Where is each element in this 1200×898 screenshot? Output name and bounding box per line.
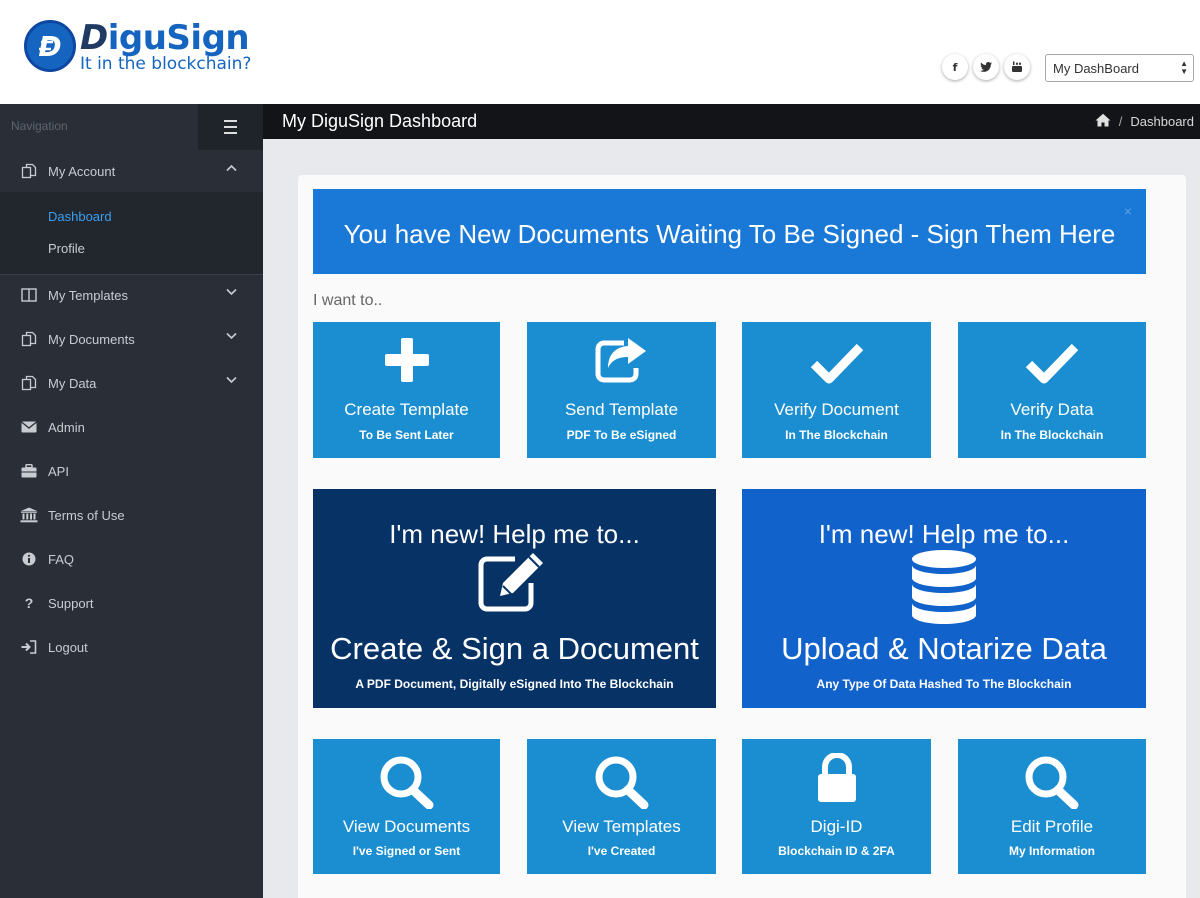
sidebar-item-support[interactable]: ? Support <box>0 582 263 626</box>
sidebar-item-api[interactable]: API <box>0 450 263 494</box>
breadcrumb-current: Dashboard <box>1130 114 1194 129</box>
database-icon <box>742 549 1146 627</box>
briefcase-icon <box>20 462 38 480</box>
breadcrumb: / Dashboard <box>1095 113 1194 130</box>
documents-icon <box>20 374 38 392</box>
send-template-tile[interactable]: Send Template PDF To Be eSigned <box>527 322 716 458</box>
page-title-bar: My DiguSign Dashboard / Dashboard <box>263 104 1200 139</box>
menu-toggle-button[interactable] <box>198 104 263 150</box>
chevron-up-icon <box>226 163 237 175</box>
hamburger-icon <box>224 118 237 136</box>
chevron-down-icon <box>226 287 237 299</box>
documents-icon <box>20 330 38 348</box>
svg-text:D: D <box>38 30 61 63</box>
breadcrumb-separator: / <box>1118 114 1123 129</box>
envelope-icon <box>20 418 38 436</box>
edit-icon <box>313 549 716 615</box>
dashboard-select[interactable]: My DashBoard ▲ ▼ <box>1045 54 1194 82</box>
twitter-icon[interactable] <box>973 54 999 80</box>
banner-text: You have New Documents Waiting To Be Sig… <box>343 219 1116 249</box>
sign-out-icon <box>20 638 38 656</box>
digibyte-logo-icon: D <box>24 20 76 72</box>
pending-documents-banner[interactable]: You have New Documents Waiting To Be Sig… <box>313 189 1146 274</box>
upload-notarize-data-tile[interactable]: I'm new! Help me to... Upload & Notarize… <box>742 489 1146 708</box>
brand-logo[interactable]: D DiguSign It in the blockchain? <box>24 18 251 78</box>
verify-document-tile[interactable]: Verify Document In The Blockchain <box>742 322 931 458</box>
youtube-icon[interactable] <box>1004 54 1030 80</box>
nav-label: Navigation <box>11 119 68 133</box>
columns-icon <box>20 286 38 304</box>
check-icon <box>742 342 931 384</box>
chevron-down-icon <box>226 331 237 343</box>
nav-header: Navigation <box>0 104 263 150</box>
chevron-down-icon <box>226 375 237 387</box>
close-icon[interactable]: × <box>1124 203 1132 219</box>
create-template-tile[interactable]: Create Template To Be Sent Later <box>313 322 500 458</box>
digi-id-tile[interactable]: Digi-ID Blockchain ID & 2FA <box>742 739 931 874</box>
brand-tagline: It in the blockchain? <box>80 54 252 74</box>
sidebar-item-my-templates[interactable]: My Templates <box>0 274 263 318</box>
bank-icon <box>20 506 38 524</box>
sidebar-item-terms-of-use[interactable]: Terms of Use <box>0 494 263 538</box>
page-title: My DiguSign Dashboard <box>282 111 478 131</box>
documents-icon <box>20 162 38 180</box>
facebook-icon[interactable]: f <box>942 54 968 80</box>
search-icon <box>527 755 716 809</box>
verify-data-tile[interactable]: Verify Data In The Blockchain <box>958 322 1146 458</box>
sidebar: Navigation My Account Dashboard Profile … <box>0 104 263 898</box>
plus-icon <box>313 336 500 384</box>
home-icon[interactable] <box>1095 113 1111 130</box>
sidebar-item-my-account[interactable]: My Account <box>0 150 263 194</box>
search-icon <box>958 755 1146 809</box>
brand-name: DiguSign <box>80 18 250 58</box>
sidebar-subitem-profile[interactable]: Profile <box>48 241 85 256</box>
my-account-submenu: Dashboard Profile <box>0 192 263 274</box>
create-sign-document-tile[interactable]: I'm new! Help me to... Create & Sign a D… <box>313 489 716 708</box>
sidebar-subitem-dashboard[interactable]: Dashboard <box>48 209 112 224</box>
check-icon <box>958 342 1146 384</box>
sidebar-item-admin[interactable]: Admin <box>0 406 263 450</box>
sidebar-item-faq[interactable]: FAQ <box>0 538 263 582</box>
sidebar-item-my-data[interactable]: My Data <box>0 362 263 406</box>
sidebar-item-logout[interactable]: Logout <box>0 626 263 670</box>
top-header: D DiguSign It in the blockchain? f My Da… <box>0 0 1200 104</box>
search-icon <box>313 755 500 809</box>
lock-icon <box>742 753 931 803</box>
edit-profile-tile[interactable]: Edit Profile My Information <box>958 739 1146 874</box>
question-icon: ? <box>24 595 34 611</box>
sidebar-item-my-documents[interactable]: My Documents <box>0 318 263 362</box>
view-templates-tile[interactable]: View Templates I've Created <box>527 739 716 874</box>
info-icon <box>20 550 38 568</box>
view-documents-tile[interactable]: View Documents I've Signed or Sent <box>313 739 500 874</box>
select-arrows-icon: ▲ ▼ <box>1180 59 1188 76</box>
section-label: I want to.. <box>313 292 383 309</box>
share-icon <box>527 334 716 384</box>
